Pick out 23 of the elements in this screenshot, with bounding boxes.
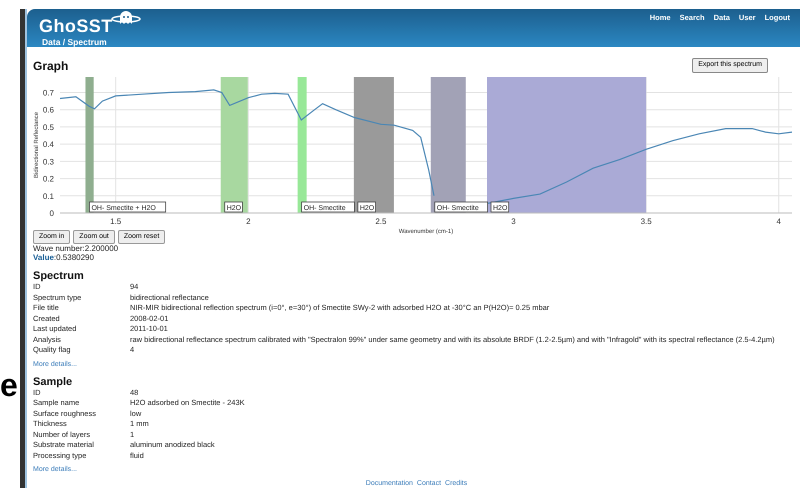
section-title: Sample — [33, 376, 74, 388]
section-title: Spectrum — [33, 270, 85, 282]
tick-label: 2 — [246, 216, 251, 226]
tick-label: 0 — [50, 208, 54, 218]
tick-label: 4 — [776, 216, 781, 226]
tick-label: 0.7 — [42, 88, 54, 97]
value-label: Value — [33, 253, 54, 262]
section-title: Graph — [33, 58, 68, 72]
wave-number-text: Wave number:2.200000 — [33, 244, 120, 253]
tick-label: 0.4 — [42, 140, 54, 149]
background-letter: e — [0, 368, 19, 402]
tick-label: 3 — [511, 216, 516, 226]
tick-label: 2.5 — [375, 216, 386, 226]
tick-label: 0.6 — [42, 105, 54, 114]
tick-label: 0.5 — [42, 122, 54, 132]
tick-label: 0.2 — [42, 174, 54, 184]
value-text: :0.5380290 — [54, 253, 94, 262]
tick-label: 3.5 — [640, 216, 652, 226]
tick-label: 1.5 — [110, 216, 122, 226]
tick-label: 0.3 — [42, 156, 54, 166]
page-subtitle: Data / Spectrum — [42, 37, 108, 47]
tick-label: 0.1 — [42, 191, 54, 200]
site-logo: GhoSST — [39, 17, 113, 36]
